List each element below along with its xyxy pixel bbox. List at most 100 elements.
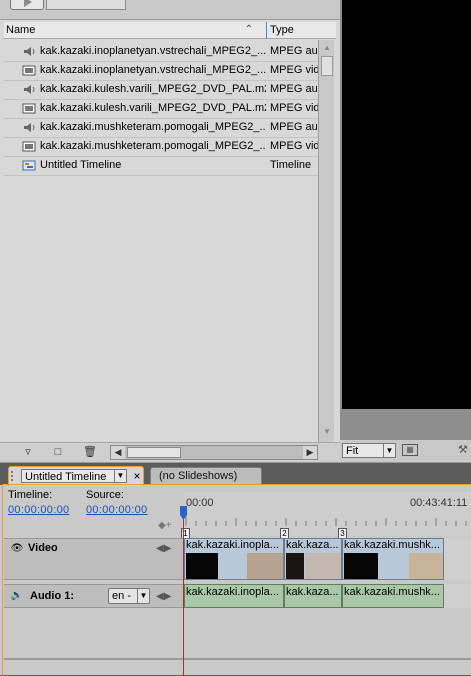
- list-item[interactable]: kak.kazaki.inoplanetyan.vstrechali_MPEG2…: [4, 42, 320, 61]
- speaker-icon[interactable]: 🔊: [10, 590, 24, 602]
- scroll-down-icon[interactable]: ▼: [321, 426, 333, 438]
- safe-margins-icon[interactable]: ▦: [402, 444, 418, 456]
- tab-slideshows[interactable]: (no Slideshows): [150, 467, 262, 484]
- scroll-thumb[interactable]: [321, 56, 333, 76]
- item-type: MPEG aud: [270, 121, 320, 133]
- item-name: kak.kazaki.kulesh.varili_MPEG2_DVD_PAL.m…: [40, 102, 266, 114]
- video-track-label: Video: [28, 542, 58, 554]
- audio-clip-icon: [24, 85, 35, 94]
- tab-timeline[interactable]: Untitled Timeline ▼ ×: [8, 466, 144, 486]
- list-item[interactable]: kak.kazaki.kulesh.varili_MPEG2_DVD_PAL.m…: [4, 99, 320, 118]
- filter-icon[interactable]: ▿: [20, 445, 36, 460]
- play-icon: [24, 0, 32, 7]
- tab-label: Untitled Timeline: [25, 471, 107, 483]
- wrench-icon[interactable]: ⚒: [458, 443, 470, 457]
- audio-track-label: Audio 1:: [30, 590, 74, 602]
- zoom-value: Fit: [346, 445, 359, 457]
- preview-scrubber[interactable]: [46, 0, 126, 10]
- snap-icon[interactable]: ◆+: [158, 520, 172, 532]
- source-timecode-label: Source:: [86, 489, 124, 501]
- item-type: MPEG aud: [270, 83, 320, 95]
- clip-thumbnail: [186, 553, 218, 579]
- project-list-header: Name ⌃ Type: [4, 22, 336, 39]
- ruler-start-time: 00:00: [186, 497, 214, 509]
- list-item[interactable]: kak.kazaki.mushketeram.pomogali_MPEG2_..…: [4, 118, 320, 137]
- time-ruler[interactable]: 00:00 00:43:41:11: [184, 492, 471, 536]
- keyframe-nav-icon[interactable]: ◀▶: [156, 543, 180, 555]
- list-item[interactable]: Untitled Timeline Timeline: [4, 156, 318, 175]
- language-select[interactable]: en - ▼: [108, 588, 150, 604]
- project-panel: Name ⌃ Type kak.kazaki.inoplanetyan.vstr…: [0, 0, 340, 462]
- item-type: MPEG vide: [270, 140, 320, 152]
- audio-clip-icon: [24, 47, 35, 56]
- clip-name: kak.kazaki.inopla...: [186, 539, 279, 551]
- project-horizontal-scrollbar[interactable]: ◀ ▶: [110, 445, 318, 460]
- scroll-up-icon[interactable]: ▲: [321, 42, 333, 54]
- timeline-divider: [4, 658, 471, 660]
- ruler-ticks: [185, 516, 467, 526]
- list-item[interactable]: kak.kazaki.inoplanetyan.vstrechali_MPEG2…: [4, 61, 320, 80]
- timeline-tab-bar: Untitled Timeline ▼ × (no Slideshows): [0, 463, 471, 486]
- video-clip-icon: [22, 103, 36, 114]
- column-header-name[interactable]: Name: [6, 24, 35, 36]
- video-clip[interactable]: kak.kazaki.mushk...: [342, 538, 444, 580]
- audio-clip[interactable]: kak.kazaki.inopla...: [184, 584, 284, 608]
- zoom-select[interactable]: Fit ▼: [342, 443, 396, 458]
- preview-strip: [0, 0, 340, 20]
- audio-clip[interactable]: kak.kazaki.mushk...: [342, 584, 444, 608]
- keyframe-nav-icon[interactable]: ◀▶: [156, 591, 180, 603]
- timeline-select[interactable]: Untitled Timeline ▼: [21, 469, 127, 483]
- item-type: Timeline: [270, 159, 312, 171]
- eye-icon[interactable]: 👁: [10, 543, 24, 555]
- item-name: kak.kazaki.mushketeram.pomogali_MPEG2_..…: [40, 140, 266, 152]
- monitor-viewport: [342, 0, 471, 409]
- scroll-thumb[interactable]: [127, 447, 181, 458]
- row-divider: [4, 175, 318, 176]
- timeline-icon: [22, 160, 36, 171]
- audio-clip[interactable]: kak.kaza...: [284, 584, 342, 608]
- video-clip[interactable]: kak.kaza...: [284, 538, 342, 580]
- timeline-empty-area: [4, 608, 471, 675]
- project-vertical-scrollbar[interactable]: ▲ ▼: [318, 40, 334, 442]
- scroll-left-icon[interactable]: ◀: [111, 446, 125, 459]
- video-track-header: 👁 Video ◀▶: [4, 538, 184, 580]
- grip-icon[interactable]: [11, 471, 15, 481]
- item-type: MPEG aud: [270, 45, 320, 57]
- clip-thumbnail: [286, 553, 304, 579]
- clip-name: kak.kazaki.inopla...: [186, 586, 279, 598]
- close-icon[interactable]: ×: [131, 469, 143, 483]
- trash-icon[interactable]: 🗑: [82, 445, 98, 460]
- clip-thumbnail: [344, 553, 378, 579]
- language-value: en -: [112, 590, 131, 602]
- list-item[interactable]: kak.kazaki.kulesh.varili_MPEG2_DVD_PAL.m…: [4, 80, 320, 99]
- list-item[interactable]: kak.kazaki.mushketeram.pomogali_MPEG2_..…: [4, 137, 320, 156]
- playhead-line[interactable]: [183, 506, 184, 675]
- project-item-list: kak.kazaki.inoplanetyan.vstrechali_MPEG2…: [4, 40, 320, 442]
- source-timecode[interactable]: 00:00:00:00: [86, 504, 147, 516]
- ruler-end-time: 00:43:41:11: [410, 497, 468, 509]
- column-header-type[interactable]: Type: [270, 24, 294, 36]
- chevron-down-icon: ▼: [383, 444, 395, 457]
- clip-name: kak.kaza...: [286, 539, 339, 551]
- video-clip-icon: [22, 65, 36, 76]
- playhead-icon[interactable]: [180, 506, 187, 520]
- clip-name: kak.kaza...: [286, 586, 339, 598]
- video-clip[interactable]: kak.kazaki.inopla...: [184, 538, 284, 580]
- project-footer: ▿ □ 🗑 ◀ ▶: [0, 442, 340, 462]
- scroll-right-icon[interactable]: ▶: [303, 446, 317, 459]
- item-type: MPEG vide: [270, 102, 320, 114]
- audio-track-header: 🔊 Audio 1: en - ▼ ◀▶: [4, 584, 184, 608]
- item-name: kak.kazaki.kulesh.varili_MPEG2_DVD_PAL.m…: [40, 83, 266, 95]
- item-name: Untitled Timeline: [40, 159, 122, 171]
- sort-ascending-icon[interactable]: ⌃: [242, 24, 256, 36]
- new-item-icon[interactable]: □: [50, 445, 66, 460]
- audio-track: kak.kazaki.inopla... kak.kaza... kak.kaz…: [184, 584, 471, 608]
- item-type: MPEG vide: [270, 64, 320, 76]
- column-divider[interactable]: [266, 22, 267, 39]
- chevron-down-icon: ▼: [114, 470, 126, 482]
- timeline-timecode[interactable]: 00:00:00:00: [8, 504, 69, 516]
- item-name: kak.kazaki.mushketeram.pomogali_MPEG2_..…: [40, 121, 266, 133]
- chevron-down-icon: ▼: [137, 589, 149, 603]
- tab-label: (no Slideshows): [159, 470, 238, 482]
- item-name: kak.kazaki.inoplanetyan.vstrechali_MPEG2…: [40, 45, 266, 57]
